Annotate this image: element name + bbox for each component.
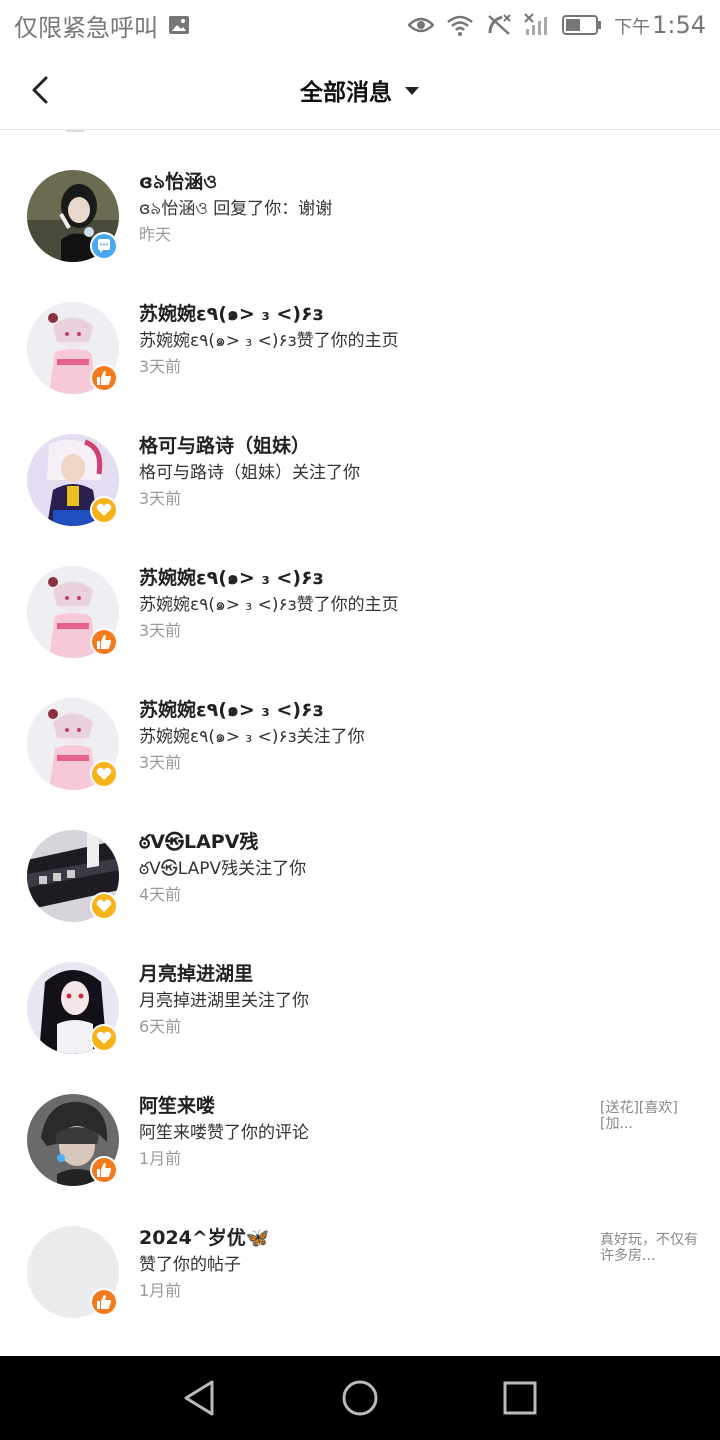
message-body: 苏婉婉ε٩(๑> ₃ <)۶з 苏婉婉ε٩(๑> ₃ <)۶з关注了你 3天前 xyxy=(139,696,589,776)
page-title: 全部消息 xyxy=(300,80,392,106)
message-body: ɞ৯怡涵ও ɞ৯怡涵ও 回复了你：谢谢 昨天 xyxy=(139,168,589,248)
wifi-icon xyxy=(446,14,474,36)
battery-icon xyxy=(562,14,602,36)
message-body: ఠV㉿LAPV残 ఠV㉿LAPV残关注了你 4天前 xyxy=(139,828,589,908)
message-sender-name[interactable]: 苏婉婉ε٩(๑> ₃ <)۶з xyxy=(139,696,589,724)
like-badge xyxy=(90,628,118,656)
message-time: 3天前 xyxy=(139,753,182,772)
message-text: 格可与路诗（姐妹）关注了你 xyxy=(139,463,360,483)
message-sender-name[interactable]: 苏婉婉ε٩(๑> ₃ <)۶з xyxy=(139,300,589,328)
no-call-icon xyxy=(486,13,512,37)
app-screen: 仅限紧急呼叫 下午1:54 全部消息 ɞ৯怡涵ও ɞ৯怡涵ও 回复了你：谢谢 昨… xyxy=(0,0,720,1440)
message-body: 苏婉婉ε٩(๑> ₃ <)۶з 苏婉婉ε٩(๑> ₃ <)۶з赞了你的主页 3天… xyxy=(139,300,589,380)
message-item[interactable]: ఠV㉿LAPV残 ఠV㉿LAPV残关注了你 4天前 xyxy=(0,810,720,942)
message-sender-name[interactable]: 2024^岁优🦋 xyxy=(139,1224,589,1252)
message-time: 1月前 xyxy=(139,1281,182,1300)
message-text: 苏婉婉ε٩(๑> ₃ <)۶з赞了你的主页 xyxy=(139,595,399,615)
thumbs-up-icon xyxy=(97,1295,111,1309)
status-right: 下午1:54 xyxy=(408,11,706,39)
message-sender-name[interactable]: ɞ৯怡涵ও xyxy=(139,168,589,196)
message-text: 苏婉婉ε٩(๑> ₃ <)۶з关注了你 xyxy=(139,727,365,747)
thumbs-up-icon xyxy=(97,1163,111,1177)
message-time: 1月前 xyxy=(139,1149,182,1168)
recents-square-icon xyxy=(503,1381,537,1415)
message-body: 苏婉婉ε٩(๑> ₃ <)۶з 苏婉婉ε٩(๑> ₃ <)۶з赞了你的主页 3天… xyxy=(139,564,589,644)
thumbs-up-icon xyxy=(97,635,111,649)
message-body: 格可与路诗（姐妹） 格可与路诗（姐妹）关注了你 3天前 xyxy=(139,432,589,512)
back-triangle-icon xyxy=(184,1380,214,1416)
like-badge xyxy=(90,364,118,392)
nav-recents-button[interactable] xyxy=(495,1373,545,1423)
header: 全部消息 xyxy=(0,50,720,130)
heart-icon xyxy=(96,767,112,780)
home-circle-icon xyxy=(342,1380,378,1416)
message-item[interactable]: 苏婉婉ε٩(๑> ₃ <)۶з 苏婉婉ε٩(๑> ₃ <)۶з赞了你的主页 3天… xyxy=(0,546,720,678)
follow-badge xyxy=(90,496,118,524)
follow-badge xyxy=(90,760,118,788)
message-item[interactable]: 苏婉婉ε٩(๑> ₃ <)۶з 苏婉婉ε٩(๑> ₃ <)۶з赞了你的主页 3天… xyxy=(0,282,720,414)
nav-home-button[interactable] xyxy=(335,1373,385,1423)
message-sender-name[interactable]: 苏婉婉ε٩(๑> ₃ <)۶з xyxy=(139,564,589,592)
image-icon xyxy=(168,14,190,36)
like-badge xyxy=(90,1288,118,1316)
carrier-text: 仅限紧急呼叫 xyxy=(14,13,158,42)
message-sender-name[interactable]: ఠV㉿LAPV残 xyxy=(139,828,589,856)
message-item[interactable]: 月亮掉进湖里 月亮掉进湖里关注了你 6天前 xyxy=(0,942,720,1074)
message-text: 月亮掉进湖里关注了你 xyxy=(139,991,309,1011)
status-time: 下午1:54 xyxy=(614,11,706,39)
no-signal-icon xyxy=(524,13,550,37)
like-badge xyxy=(90,1156,118,1184)
triangle-down-icon xyxy=(404,81,420,100)
message-text: ɞ৯怡涵ও 回复了你：谢谢 xyxy=(139,199,333,219)
message-preview[interactable]: [送花][喜欢][加... xyxy=(600,1100,700,1132)
message-text: 阿笙来喽赞了你的评论 xyxy=(139,1123,309,1143)
message-item[interactable]: ɞ৯怡涵ও ɞ৯怡涵ও 回复了你：谢谢 昨天 xyxy=(0,150,720,282)
follow-badge xyxy=(90,1024,118,1052)
message-time: 3天前 xyxy=(139,489,182,508)
status-time-value: 1:54 xyxy=(652,11,706,39)
status-bar: 仅限紧急呼叫 下午1:54 xyxy=(0,0,720,50)
message-body: 2024^岁优🦋 赞了你的帖子 1月前 xyxy=(139,1224,589,1304)
comment-badge xyxy=(90,232,118,260)
message-time: 昨天 xyxy=(139,225,172,244)
message-item[interactable]: 格可与路诗（姐妹） 格可与路诗（姐妹）关注了你 3天前 xyxy=(0,414,720,546)
thumbs-up-icon xyxy=(97,371,111,385)
scrolled-item-remnant xyxy=(66,130,84,132)
message-sender-name[interactable]: 月亮掉进湖里 xyxy=(139,960,589,988)
message-time: 4天前 xyxy=(139,885,182,904)
follow-badge xyxy=(90,892,118,920)
message-list[interactable]: ɞ৯怡涵ও ɞ৯怡涵ও 回复了你：谢谢 昨天 苏婉婉ε٩(๑> ₃ <)۶з 苏… xyxy=(0,150,720,1338)
message-item[interactable]: 阿笙来喽 阿笙来喽赞了你的评论 1月前 [送花][喜欢][加... xyxy=(0,1074,720,1206)
chat-bubble-icon xyxy=(98,239,110,253)
message-body: 阿笙来喽 阿笙来喽赞了你的评论 1月前 xyxy=(139,1092,589,1172)
status-time-prefix: 下午 xyxy=(614,17,651,38)
heart-icon xyxy=(96,899,112,912)
message-sender-name[interactable]: 格可与路诗（姐妹） xyxy=(139,432,589,460)
message-preview[interactable]: 真好玩，不仅有许多房... xyxy=(600,1232,700,1264)
eye-icon xyxy=(408,16,435,34)
message-time: 3天前 xyxy=(139,357,182,376)
message-text: 苏婉婉ε٩(๑> ₃ <)۶з赞了你的主页 xyxy=(139,331,399,351)
heart-icon xyxy=(96,503,112,516)
message-filter-dropdown[interactable]: 全部消息 xyxy=(0,50,720,130)
message-time: 6天前 xyxy=(139,1017,182,1036)
message-item[interactable]: 2024^岁优🦋 赞了你的帖子 1月前 真好玩，不仅有许多房... xyxy=(0,1206,720,1338)
message-sender-name[interactable]: 阿笙来喽 xyxy=(139,1092,589,1120)
message-item[interactable]: 苏婉婉ε٩(๑> ₃ <)۶з 苏婉婉ε٩(๑> ₃ <)۶з关注了你 3天前 xyxy=(0,678,720,810)
heart-icon xyxy=(96,1031,112,1044)
message-text: ఠV㉿LAPV残关注了你 xyxy=(139,859,307,879)
status-left: 仅限紧急呼叫 xyxy=(14,8,190,43)
system-nav-bar xyxy=(0,1356,720,1440)
message-time: 3天前 xyxy=(139,621,182,640)
nav-back-button[interactable] xyxy=(175,1373,225,1423)
message-text: 赞了你的帖子 xyxy=(139,1255,241,1275)
message-body: 月亮掉进湖里 月亮掉进湖里关注了你 6天前 xyxy=(139,960,589,1040)
